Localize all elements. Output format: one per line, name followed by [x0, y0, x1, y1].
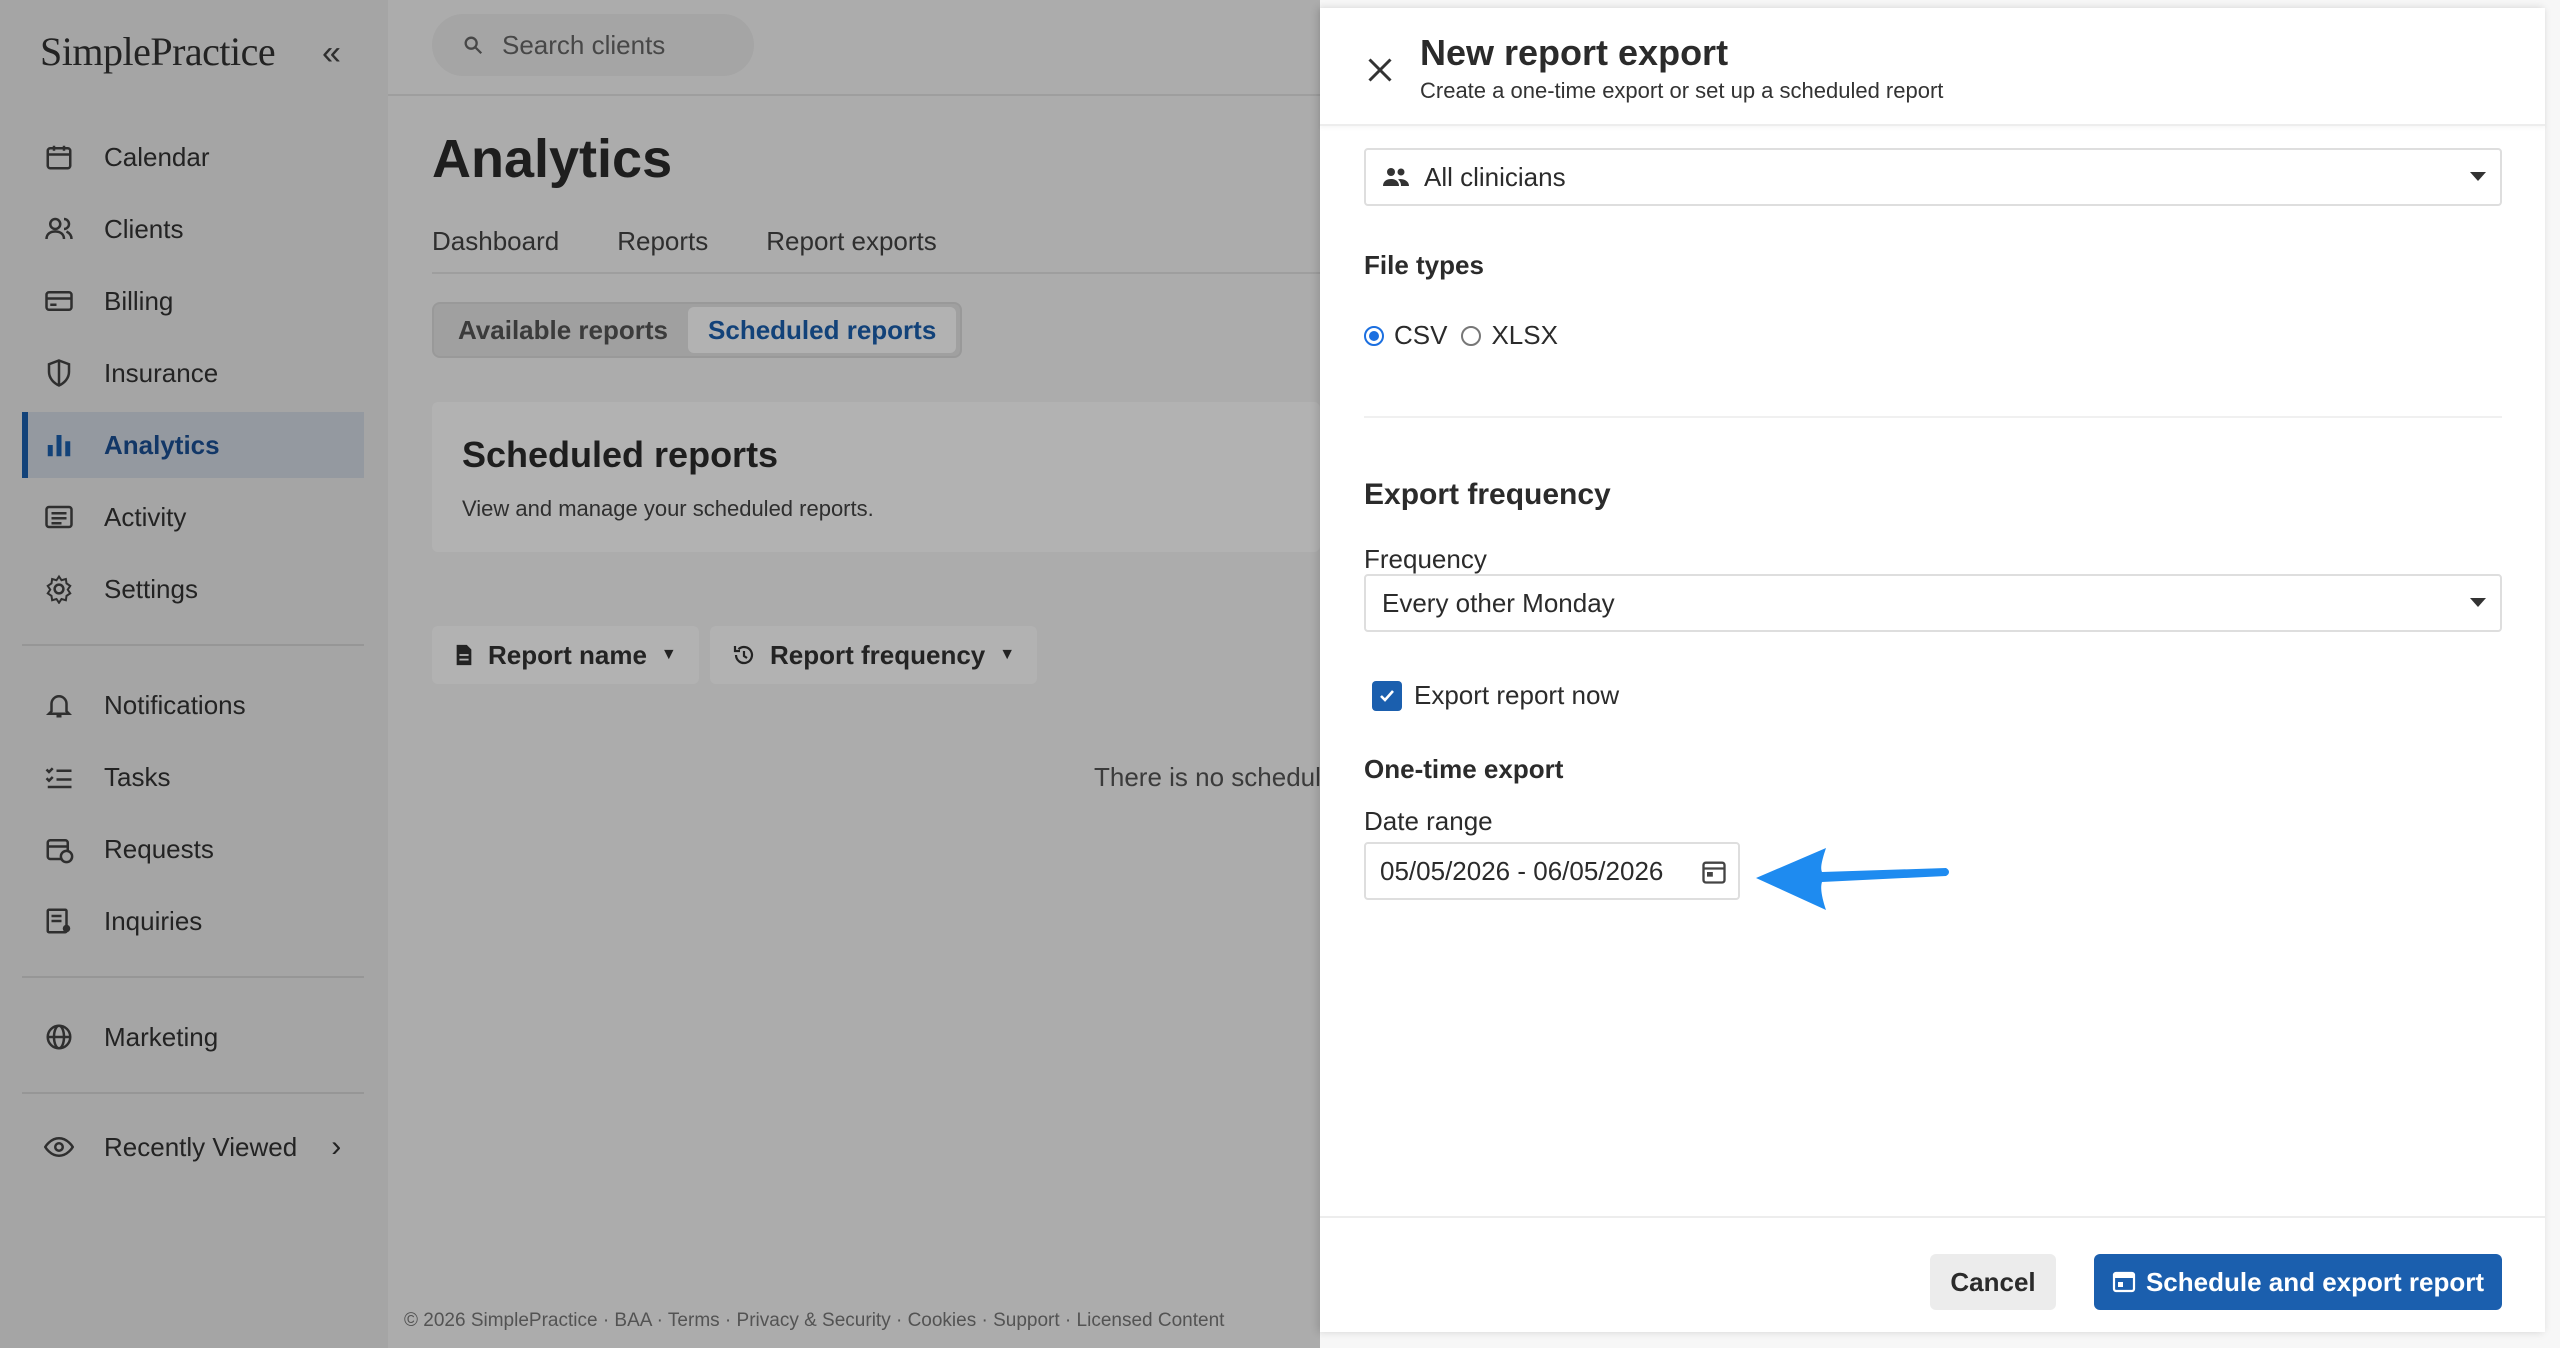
- one-time-export-heading: One-time export: [1364, 754, 1564, 784]
- panel-subtitle: Create a one-time export or set up a sch…: [1420, 78, 1944, 103]
- file-types-label: File types: [1364, 250, 1484, 280]
- close-icon[interactable]: [1362, 52, 1398, 88]
- calendar-icon[interactable]: [1700, 858, 1728, 886]
- export-now-checkbox[interactable]: [1372, 680, 1402, 711]
- cancel-button[interactable]: Cancel: [1930, 1254, 2056, 1310]
- checkmark-icon: [1380, 689, 1394, 702]
- dropdown-caret-icon: [2470, 172, 2486, 181]
- export-now-row: Export report now: [1372, 680, 1619, 711]
- panel-footer: Cancel Schedule and export report: [1320, 1216, 2545, 1332]
- xlsx-radio[interactable]: [1461, 325, 1482, 346]
- schedule-and-export-button[interactable]: Schedule and export report: [2094, 1254, 2502, 1310]
- select-value: Every other Monday: [1382, 587, 1615, 618]
- csv-radio[interactable]: [1364, 325, 1384, 346]
- annotation-arrow-icon: [1756, 848, 1949, 910]
- dropdown-caret-icon: [2470, 598, 2486, 607]
- date-range-label: Date range: [1364, 806, 1493, 836]
- clinician-select[interactable]: All clinicians: [1364, 148, 2502, 206]
- xlsx-label[interactable]: XLSX: [1491, 320, 1558, 351]
- file-type-radio-group: CSV XLSX: [1364, 320, 1558, 351]
- date-range-input[interactable]: 05/05/2026 - 06/05/2026: [1364, 842, 1740, 900]
- select-value: All clinicians: [1424, 161, 1566, 192]
- csv-label[interactable]: CSV: [1394, 320, 1447, 351]
- date-range-value: 05/05/2026 - 06/05/2026: [1380, 855, 1664, 886]
- calendar-window-icon: [2112, 1271, 2136, 1293]
- people-icon: [1383, 168, 1409, 186]
- export-now-label[interactable]: Export report now: [1414, 680, 1619, 711]
- section-divider: [1364, 416, 2502, 418]
- panel-header: New report export Create a one-time expo…: [1320, 8, 2545, 126]
- new-report-export-panel: New report export Create a one-time expo…: [1320, 8, 2545, 1332]
- frequency-label: Frequency: [1364, 544, 1487, 574]
- export-frequency-heading: Export frequency: [1364, 478, 1611, 511]
- modal-backdrop[interactable]: [0, 0, 1320, 1348]
- frequency-select[interactable]: Every other Monday: [1364, 574, 2502, 632]
- panel-title: New report export: [1420, 32, 1729, 73]
- button-label: Schedule and export report: [2145, 1266, 2485, 1297]
